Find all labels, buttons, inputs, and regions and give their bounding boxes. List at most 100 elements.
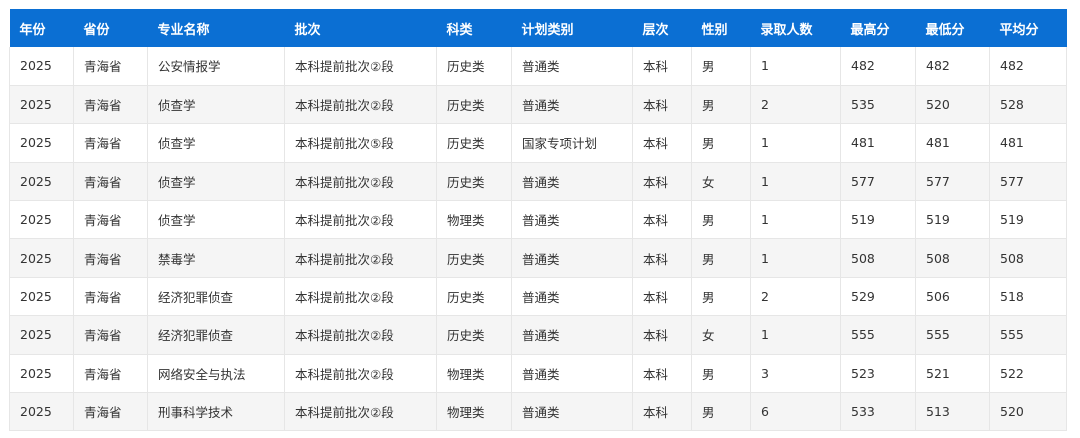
cell-avg-score: 577 bbox=[989, 162, 1067, 202]
table-row: 2025 青海省 侦查学 本科提前批次⑤段 历史类 国家专项计划 本科男 1 481 481 481 bbox=[9, 123, 1067, 163]
cell-year: 2025 bbox=[9, 123, 74, 163]
column-header-year: 年份 bbox=[19, 22, 46, 38]
column-header-province: 省份 bbox=[83, 22, 110, 38]
column-header-batch: 批次 bbox=[294, 22, 321, 38]
cell-admitted-count: 2 bbox=[750, 277, 841, 317]
admission-scores-table: 年份 省份 专业名称 批次 科类 计划类别 层次 性别 录取人数 最高分 最低分 平均分 2025 青海… bbox=[9, 9, 1067, 432]
cell-avg-score: 508 bbox=[989, 238, 1067, 278]
cell-avg-score: 555 bbox=[989, 315, 1067, 355]
cell-level: 本科 bbox=[632, 47, 692, 86]
cell-level: 本科 bbox=[632, 200, 692, 240]
cell-max-score: 533 bbox=[840, 392, 916, 432]
table-row: 2025 青海省 经济犯罪侦查 本科提前批次②段 历史类 普通类 本科女 1 555 555 555 bbox=[9, 315, 1067, 355]
cell-batch: 本科提前批次②段 bbox=[284, 277, 437, 317]
cell-gender: 女 bbox=[691, 315, 751, 355]
cell-plan-type: 普通类 bbox=[511, 354, 633, 394]
cell-max-score: 508 bbox=[840, 238, 916, 278]
cell-province: 青海省 bbox=[73, 277, 148, 317]
cell-min-score: 508 bbox=[915, 238, 990, 278]
table-row: 2025 青海省 公安情报学 本科提前批次②段 历史类 普通类 本科男 1 482 482 482 bbox=[9, 47, 1067, 86]
cell-max-score: 482 bbox=[840, 47, 916, 86]
cell-level: 本科 bbox=[632, 277, 692, 317]
cell-major: 网络安全与执法 bbox=[147, 354, 285, 394]
cell-admitted-count: 3 bbox=[750, 354, 841, 394]
cell-max-score: 535 bbox=[840, 85, 916, 125]
table-row: 2025 青海省 禁毒学 本科提前批次②段 历史类 普通类 本科男 1 508 508 508 bbox=[9, 238, 1067, 278]
cell-gender: 男 bbox=[691, 200, 751, 240]
cell-subject-type: 历史类 bbox=[436, 315, 512, 355]
cell-batch: 本科提前批次②段 bbox=[284, 315, 437, 355]
cell-batch: 本科提前批次②段 bbox=[284, 85, 437, 125]
cell-batch: 本科提前批次⑤段 bbox=[284, 123, 437, 163]
table-row: 2025 青海省 侦查学 本科提前批次②段 历史类 普通类 本科女 1 577 577 577 bbox=[9, 162, 1067, 202]
cell-province: 青海省 bbox=[73, 238, 148, 278]
cell-max-score: 519 bbox=[840, 200, 916, 240]
cell-avg-score: 528 bbox=[989, 85, 1067, 125]
cell-year: 2025 bbox=[9, 85, 74, 125]
cell-admitted-count: 1 bbox=[750, 162, 841, 202]
cell-avg-score: 520 bbox=[989, 392, 1067, 432]
column-header-subject-type: 科类 bbox=[446, 22, 473, 38]
cell-subject-type: 历史类 bbox=[436, 277, 512, 317]
table-row: 2025 青海省 侦查学 本科提前批次②段 历史类 普通类 本科男 2 535 520 528 bbox=[9, 85, 1067, 125]
cell-min-score: 481 bbox=[915, 123, 990, 163]
cell-max-score: 529 bbox=[840, 277, 916, 317]
cell-major: 刑事科学技术 bbox=[147, 392, 285, 432]
column-header-avg-score: 平均分 bbox=[999, 22, 1039, 38]
cell-min-score: 521 bbox=[915, 354, 990, 394]
cell-min-score: 519 bbox=[915, 200, 990, 240]
cell-avg-score: 522 bbox=[989, 354, 1067, 394]
table-body: 2025 青海省 公安情报学 本科提前批次②段 历史类 普通类 本科男 1 482 482 482 2… bbox=[9, 47, 1067, 432]
cell-subject-type: 历史类 bbox=[436, 47, 512, 86]
cell-subject-type: 历史类 bbox=[436, 85, 512, 125]
cell-subject-type: 历史类 bbox=[436, 238, 512, 278]
cell-batch: 本科提前批次②段 bbox=[284, 162, 437, 202]
table-row: 2025 青海省 侦查学 本科提前批次②段 物理类 普通类 本科男 1 519 519 519 bbox=[9, 200, 1067, 240]
cell-level: 本科 bbox=[632, 315, 692, 355]
cell-major: 经济犯罪侦查 bbox=[147, 277, 285, 317]
cell-min-score: 513 bbox=[915, 392, 990, 432]
cell-gender: 男 bbox=[691, 47, 751, 86]
cell-min-score: 555 bbox=[915, 315, 990, 355]
cell-max-score: 577 bbox=[840, 162, 916, 202]
cell-subject-type: 物理类 bbox=[436, 354, 512, 394]
cell-batch: 本科提前批次②段 bbox=[284, 200, 437, 240]
cell-province: 青海省 bbox=[73, 200, 148, 240]
cell-min-score: 506 bbox=[915, 277, 990, 317]
table-row: 2025 青海省 刑事科学技术 本科提前批次②段 物理类 普通类 本科男 6 533 513 520 bbox=[9, 392, 1067, 432]
cell-plan-type: 普通类 bbox=[511, 315, 633, 355]
cell-province: 青海省 bbox=[73, 162, 148, 202]
cell-level: 本科 bbox=[632, 238, 692, 278]
cell-plan-type: 普通类 bbox=[511, 85, 633, 125]
cell-admitted-count: 2 bbox=[750, 85, 841, 125]
cell-major: 侦查学 bbox=[147, 85, 285, 125]
column-header-min-score: 最低分 bbox=[925, 22, 965, 38]
cell-major: 侦查学 bbox=[147, 162, 285, 202]
cell-admitted-count: 6 bbox=[750, 392, 841, 432]
cell-major: 侦查学 bbox=[147, 200, 285, 240]
cell-province: 青海省 bbox=[73, 315, 148, 355]
cell-province: 青海省 bbox=[73, 85, 148, 125]
cell-admitted-count: 1 bbox=[750, 123, 841, 163]
cell-province: 青海省 bbox=[73, 47, 148, 86]
cell-avg-score: 481 bbox=[989, 123, 1067, 163]
cell-province: 青海省 bbox=[73, 392, 148, 432]
cell-admitted-count: 1 bbox=[750, 200, 841, 240]
cell-gender: 男 bbox=[691, 238, 751, 278]
cell-gender: 男 bbox=[691, 85, 751, 125]
column-header-max-score: 最高分 bbox=[850, 22, 890, 38]
cell-major: 侦查学 bbox=[147, 123, 285, 163]
cell-level: 本科 bbox=[632, 123, 692, 163]
cell-gender: 男 bbox=[691, 123, 751, 163]
cell-batch: 本科提前批次②段 bbox=[284, 238, 437, 278]
cell-level: 本科 bbox=[632, 354, 692, 394]
cell-admitted-count: 1 bbox=[750, 238, 841, 278]
cell-year: 2025 bbox=[9, 354, 74, 394]
cell-province: 青海省 bbox=[73, 354, 148, 394]
table-row: 2025 青海省 经济犯罪侦查 本科提前批次②段 历史类 普通类 本科男 2 529 506 518 bbox=[9, 277, 1067, 317]
cell-plan-type: 国家专项计划 bbox=[511, 123, 633, 163]
cell-level: 本科 bbox=[632, 162, 692, 202]
cell-batch: 本科提前批次②段 bbox=[284, 392, 437, 432]
header-row: 年份 省份 专业名称 批次 科类 计划类别 层次 性别 录取人数 最高分 最低分 平均分 bbox=[9, 9, 1067, 47]
cell-plan-type: 普通类 bbox=[511, 162, 633, 202]
